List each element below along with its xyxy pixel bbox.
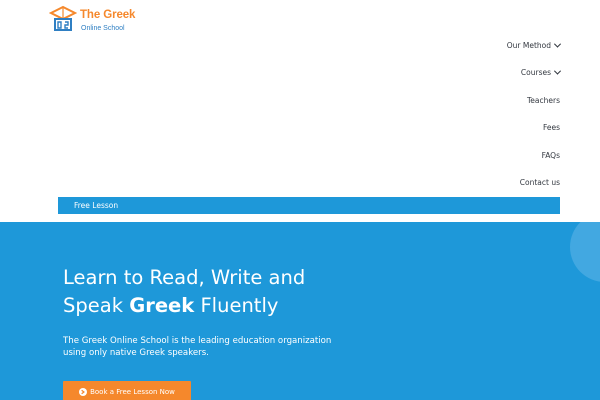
cta-label: Book a Free Lesson Now bbox=[90, 388, 175, 396]
nav-item-teachers[interactable]: Teachers bbox=[527, 96, 560, 105]
free-lesson-label: Free Lesson bbox=[74, 201, 119, 210]
nav-item-contact-us[interactable]: Contact us bbox=[520, 178, 560, 187]
nav-item-label: Teachers bbox=[527, 96, 560, 105]
nav-item-fees[interactable]: Fees bbox=[543, 123, 560, 132]
logo-text: The Greek Online School bbox=[80, 9, 136, 32]
site-header: The Greek Online School Our Method Cours… bbox=[0, 0, 600, 222]
chevron-down-icon bbox=[553, 40, 562, 48]
arrow-right-circle-icon bbox=[79, 388, 88, 396]
nav-item-courses[interactable]: Courses bbox=[520, 67, 562, 77]
nav-item-label: Courses bbox=[520, 68, 551, 77]
chevron-down-icon bbox=[553, 67, 562, 75]
logo-title: The Greek bbox=[80, 9, 136, 21]
logo-subtitle: Online School bbox=[81, 24, 125, 32]
hero-description: The Greek Online School is the leading e… bbox=[63, 336, 332, 358]
hero-section: Learn to Read, Write and Speak Greek Flu… bbox=[0, 222, 600, 400]
nav-item-label: Our Method bbox=[506, 41, 551, 50]
decorative-circle bbox=[570, 222, 600, 282]
hero-title-suffix: Fluently bbox=[194, 294, 279, 317]
nav-item-label: FAQs bbox=[541, 151, 560, 160]
free-lesson-bar[interactable]: Free Lesson bbox=[58, 197, 560, 214]
nav-item-our-method[interactable]: Our Method bbox=[506, 40, 562, 50]
nav-item-faqs[interactable]: FAQs bbox=[542, 151, 560, 160]
book-free-lesson-button[interactable]: Book a Free Lesson Now bbox=[63, 381, 191, 400]
site-logo[interactable]: The Greek Online School bbox=[49, 4, 135, 32]
nav-item-label: Fees bbox=[542, 123, 560, 132]
nav-item-label: Contact us bbox=[519, 178, 560, 187]
hero-title: Learn to Read, Write and Speak Greek Flu… bbox=[63, 264, 403, 320]
hero-title-line1: Learn to Read, Write and bbox=[63, 266, 306, 289]
logo-icon bbox=[49, 5, 77, 31]
hero-title-emphasis: Greek bbox=[129, 294, 195, 317]
hero-title-prefix: Speak bbox=[63, 294, 130, 317]
